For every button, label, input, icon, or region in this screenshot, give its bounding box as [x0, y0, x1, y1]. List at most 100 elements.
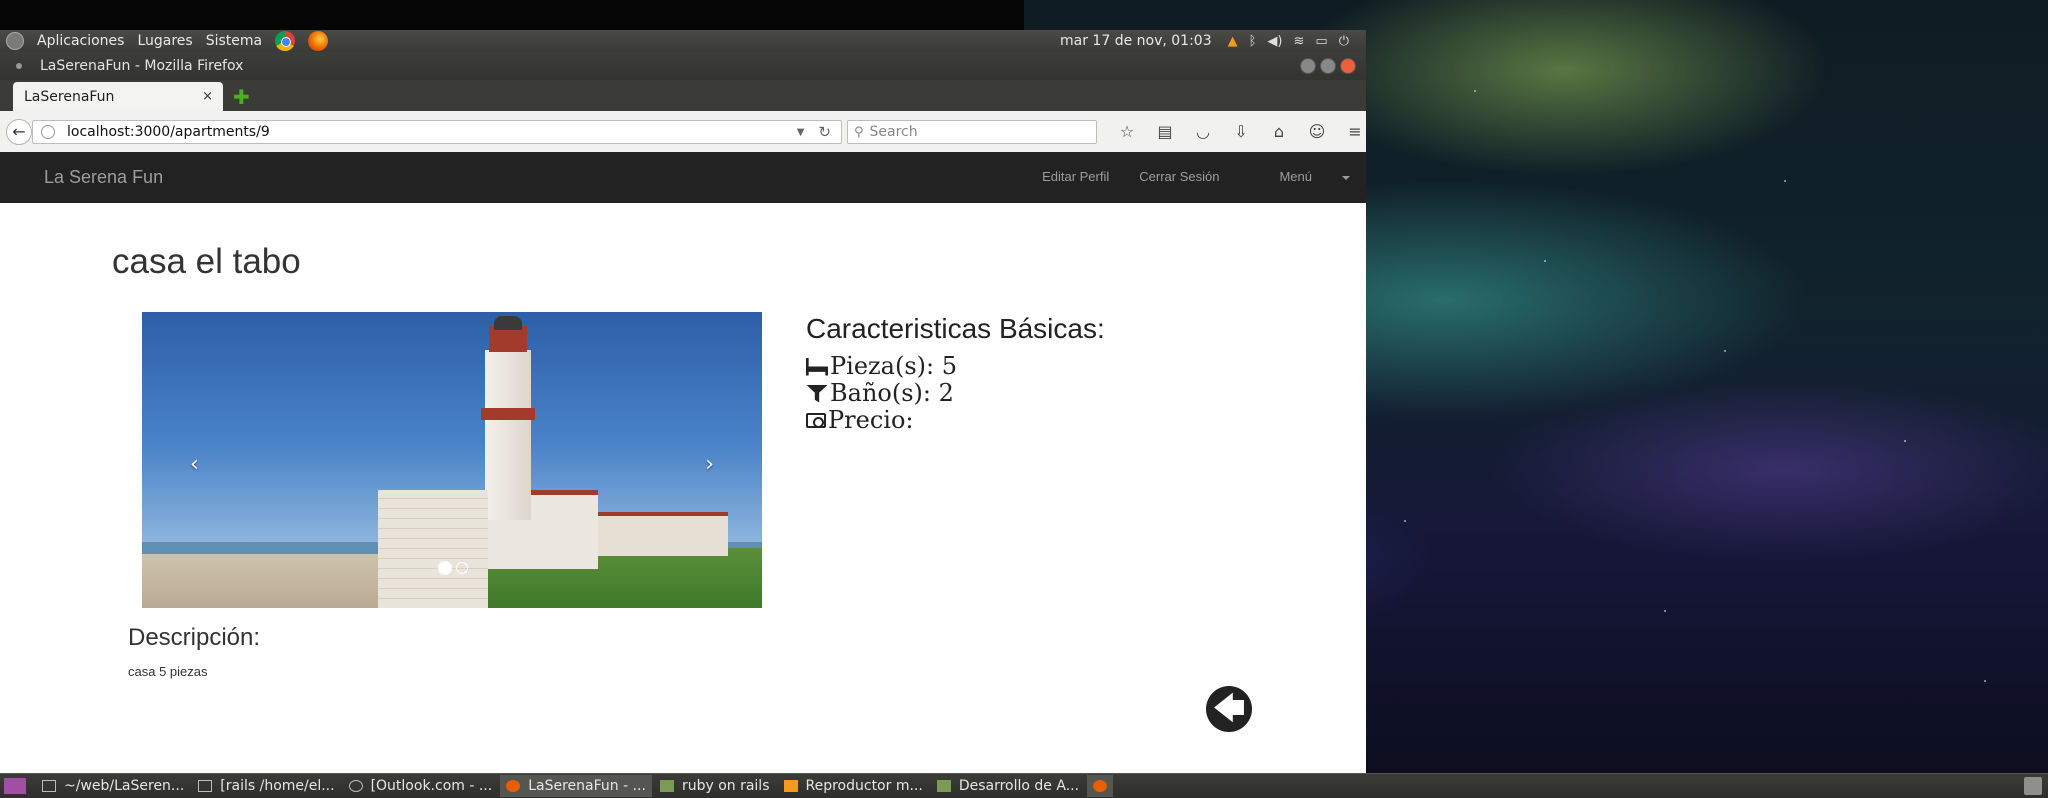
bookmarks-menu-icon[interactable]: ▤: [1146, 122, 1184, 141]
logout-link[interactable]: Cerrar Sesión: [1139, 169, 1219, 184]
carousel-indicator-2[interactable]: [456, 562, 468, 574]
web-page: La Serena Fun Editar Perfil Cerrar Sesió…: [0, 152, 1366, 775]
task-terminal-web[interactable]: ~/web/LaSeren...: [36, 775, 190, 797]
hamburger-menu-icon[interactable]: ≡: [1336, 122, 1366, 141]
tab-title: LaSerenaFun: [24, 88, 115, 105]
tab-laserenafun[interactable]: LaSerenaFun ×: [13, 82, 223, 111]
page-title: casa el tabo: [112, 242, 301, 281]
task-label: [rails /home/el...: [220, 778, 335, 794]
applications-menu[interactable]: Aplicaciones: [37, 33, 124, 49]
filter-icon: [806, 384, 828, 403]
bookmark-star-icon[interactable]: ☆: [1108, 122, 1146, 141]
bed-icon: [806, 357, 828, 376]
task-label: ruby on rails: [681, 778, 770, 794]
carousel-prev-icon[interactable]: ‹: [190, 452, 199, 477]
task-firefox-thumb[interactable]: [1087, 775, 1114, 797]
firefox-window: LaSerenaFun - Mozilla Firefox LaSerenaFu…: [0, 52, 1366, 775]
description-text: casa 5 piezas: [128, 664, 208, 679]
task-ruby-folder[interactable]: ruby on rails: [654, 775, 776, 797]
task-label: Reproductor m...: [805, 778, 923, 794]
trash-icon[interactable]: [2024, 777, 2042, 795]
close-window-button[interactable]: [1340, 58, 1356, 74]
firefox-icon: [506, 780, 521, 792]
firefox-icon: [1093, 780, 1108, 792]
price-row: Precio:: [806, 407, 1206, 434]
ubuntu-logo-icon[interactable]: [6, 32, 24, 50]
vlc-tray-icon[interactable]: ▲: [1228, 34, 1238, 49]
wifi-icon[interactable]: ≋: [1294, 34, 1305, 49]
carousel-indicators: [438, 561, 468, 575]
firefox-launcher-icon[interactable]: [308, 31, 329, 51]
edit-profile-link[interactable]: Editar Perfil: [1042, 169, 1109, 184]
window-titlebar[interactable]: LaSerenaFun - Mozilla Firefox: [0, 52, 1366, 80]
price-text: Precio:: [828, 406, 914, 434]
task-media-player[interactable]: Reproductor m...: [778, 775, 929, 797]
panel-clock[interactable]: mar 17 de nov, 01:03: [1060, 33, 1212, 49]
bottom-taskbar: ~/web/LaSeren... [rails /home/el... [Out…: [0, 773, 2048, 798]
battery-icon[interactable]: ▭: [1315, 34, 1327, 49]
site-navbar: La Serena Fun Editar Perfil Cerrar Sesió…: [0, 152, 1366, 203]
back-arrow-button[interactable]: 🡄: [1206, 686, 1252, 732]
url-text[interactable]: localhost:3000/apartments/9: [67, 124, 270, 140]
site-brand-link[interactable]: La Serena Fun: [44, 167, 163, 188]
vlc-icon: [783, 780, 798, 792]
features-title: Caracteristicas Básicas:: [806, 313, 1105, 344]
description-title: Descripción:: [128, 624, 261, 651]
history-dropdown-icon[interactable]: ▼: [797, 127, 805, 138]
search-icon: ⚲: [854, 124, 864, 140]
rooms-text: Pieza(s): 5: [830, 352, 958, 380]
places-menu[interactable]: Lugares: [137, 33, 192, 49]
chat-icon[interactable]: ☺: [1298, 122, 1336, 141]
new-tab-button[interactable]: ✚: [233, 85, 250, 109]
power-icon[interactable]: ⏻: [1339, 34, 1349, 49]
pocket-icon[interactable]: ◡: [1184, 122, 1222, 141]
search-input[interactable]: ⚲ Search: [847, 120, 1097, 144]
chrome-launcher-icon[interactable]: [275, 31, 296, 51]
top-panel: Aplicaciones Lugares Sistema mar 17 de n…: [0, 30, 1366, 52]
home-icon[interactable]: ⌂: [1260, 122, 1298, 141]
site-identity-icon[interactable]: [41, 125, 55, 139]
menu-dropdown[interactable]: Menú: [1249, 169, 1350, 184]
url-bar[interactable]: localhost:3000/apartments/9 ▼ ↻: [32, 120, 842, 144]
show-desktop-icon[interactable]: [4, 778, 26, 794]
rooms-row: Pieza(s): 5: [806, 353, 1206, 380]
task-label: [Outlook.com - ...: [370, 778, 493, 794]
menu-label: Menú: [1279, 169, 1312, 184]
minimize-button[interactable]: [1300, 58, 1316, 74]
chrome-icon: [348, 780, 363, 792]
baths-row: Baño(s): 2: [806, 380, 1206, 407]
system-menu[interactable]: Sistema: [206, 33, 262, 49]
features-panel: Caracteristicas Básicas: Pieza(s): 5 Bañ…: [806, 312, 1206, 434]
terminal-icon: [42, 780, 56, 792]
task-label: ~/web/LaSeren...: [64, 778, 185, 794]
task-label: Desarrollo de A...: [958, 778, 1080, 794]
carousel-next-icon[interactable]: ›: [705, 452, 714, 477]
window-menu-icon[interactable]: [16, 63, 22, 69]
task-firefox[interactable]: LaSerenaFun - ...: [500, 775, 652, 797]
navigation-toolbar: ← localhost:3000/apartments/9 ▼ ↻ ⚲ Sear…: [0, 111, 1366, 153]
maximize-button[interactable]: [1320, 58, 1336, 74]
folder-icon: [659, 780, 674, 792]
baths-text: Baño(s): 2: [830, 379, 954, 407]
folder-icon: [936, 780, 951, 792]
money-icon: [806, 413, 826, 428]
task-terminal-rails[interactable]: [rails /home/el...: [192, 775, 340, 797]
tab-strip: LaSerenaFun × ✚: [0, 80, 1366, 111]
terminal-icon: [198, 780, 213, 792]
black-band: [0, 0, 1024, 30]
downloads-icon[interactable]: ⇩: [1222, 122, 1260, 141]
task-desarrollo-folder[interactable]: Desarrollo de A...: [931, 775, 1085, 797]
reload-icon[interactable]: ↻: [818, 123, 831, 141]
photo-carousel[interactable]: ‹ ›: [142, 312, 762, 608]
tab-close-icon[interactable]: ×: [202, 89, 213, 104]
carousel-indicator-1[interactable]: [438, 561, 452, 575]
caret-down-icon: [1342, 175, 1350, 180]
bluetooth-icon[interactable]: ᛒ: [1249, 34, 1257, 49]
arrow-left-icon: 🡄: [1212, 689, 1246, 727]
window-title: LaSerenaFun - Mozilla Firefox: [40, 58, 244, 74]
search-placeholder: Search: [869, 124, 918, 140]
task-outlook[interactable]: [Outlook.com - ...: [343, 775, 499, 797]
volume-icon[interactable]: ◀): [1267, 34, 1282, 49]
task-label: LaSerenaFun - ...: [528, 778, 646, 794]
back-button[interactable]: ←: [6, 119, 32, 145]
